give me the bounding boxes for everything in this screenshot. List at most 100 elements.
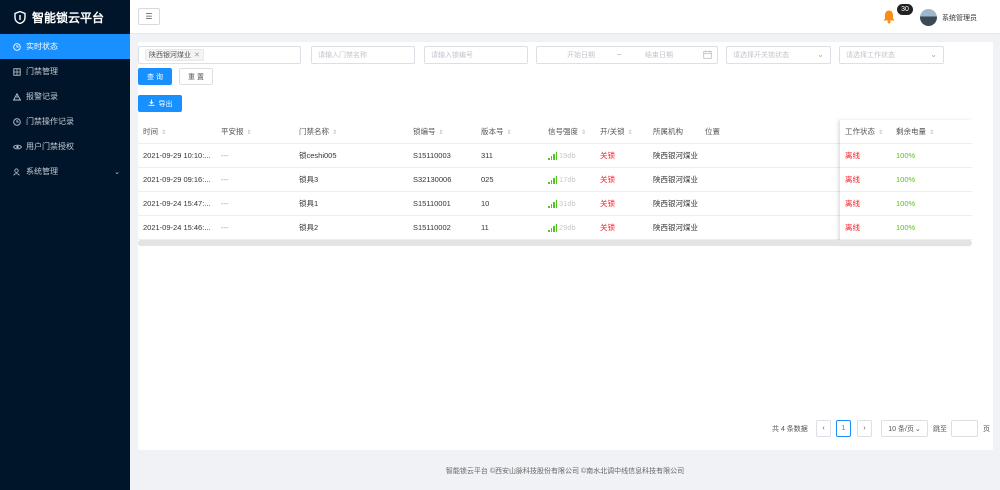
fixed-right-columns: 工作状态 ⇕ 剩余电量 ⇕ 离线 100% 离线 100% 离线 100% 离线 100% <box>840 120 972 245</box>
column-header-org: 所属机构 <box>653 127 683 136</box>
sidebar-item-realtime-status[interactable]: 实时状态 <box>0 34 130 59</box>
column-header-lock-number[interactable]: 锁编号 ⇕ <box>413 120 444 144</box>
user-icon <box>11 167 23 176</box>
cell-signal: 29db <box>548 216 576 240</box>
sidebar-item-label: 报警记录 <box>26 92 58 101</box>
cell-time: 2021-09-29 10:10:... <box>143 151 211 160</box>
signal-bars-icon <box>548 152 557 161</box>
cell-time: 2021-09-24 15:46:... <box>143 223 211 232</box>
sort-icon: ⇕ <box>246 130 252 136</box>
cell-version: 311 <box>481 151 493 160</box>
org-tag: 陕西银河煤业 ✕ <box>145 49 204 61</box>
sidebar-item-system-management[interactable]: 系统管理 ⌄ <box>0 159 130 184</box>
device-status-table: 时间 ⇕ 平安报 ⇕ 门禁名称 ⇕ 锁编号 ⇕ 版本号 ⇕ 信号强度 ⇕ 开/关锁 ⇕ 所属机… <box>138 120 972 246</box>
cell-org: 陕西银河煤业 <box>653 199 698 208</box>
signal-bars-icon <box>548 176 557 185</box>
org-tag-label: 陕西银河煤业 <box>149 52 191 59</box>
lock-status-select[interactable]: 请选择开关锁状态 ⌄ <box>726 46 831 64</box>
bell-icon[interactable] <box>882 9 896 24</box>
sidebar-item-door-management[interactable]: 门禁管理 <box>0 59 130 84</box>
prev-page-button[interactable]: ‹ <box>816 420 831 437</box>
query-button[interactable]: 查 询 <box>138 68 172 85</box>
column-header-location: 位置 <box>705 127 720 136</box>
cell-work-status: 离线 <box>845 175 860 184</box>
cell-lock-state: 关锁 <box>600 223 615 232</box>
table-row[interactable]: 离线 100% <box>840 168 972 192</box>
cell-battery: 100% <box>896 175 916 184</box>
signal-bars-icon <box>548 224 557 233</box>
sort-icon: ⇕ <box>929 130 935 136</box>
page-size-select[interactable]: 10 条/页 ⌄ <box>881 420 928 437</box>
column-header-time[interactable]: 时间 ⇕ <box>143 120 166 144</box>
column-header-version[interactable]: 版本号 ⇕ <box>481 120 512 144</box>
cell-battery: 100% <box>896 223 916 232</box>
work-status-select[interactable]: 请选择工作状态 ⌄ <box>839 46 944 64</box>
content-card: 陕西银河煤业 ✕ 请输入门禁名称 请输入锁编号 开始日期 ~ 结束日期 请选择开… <box>138 42 993 450</box>
sort-icon: ⇕ <box>438 130 444 136</box>
cell-battery: 100% <box>896 151 916 160</box>
cell-org: 陕西银河煤业 <box>653 223 698 232</box>
table-row[interactable]: 离线 100% <box>840 192 972 216</box>
clock-icon <box>11 42 23 51</box>
export-button[interactable]: 导出 <box>138 95 182 112</box>
sort-icon: ⇕ <box>627 130 633 136</box>
goto-label: 跳至 <box>933 425 947 433</box>
cell-lock-no: S15110003 <box>413 151 451 160</box>
top-header: ☰ 30 系统管理员 <box>130 0 1000 34</box>
chevron-right-icon: › <box>863 425 866 432</box>
signal-value: 19db <box>559 151 576 160</box>
column-header-safety[interactable]: 平安报 ⇕ <box>221 120 252 144</box>
reset-button[interactable]: 重 置 <box>179 68 213 85</box>
chevron-down-icon: ⌄ <box>817 50 824 59</box>
cell-door: 锁具2 <box>299 223 319 232</box>
door-name-placeholder: 请输入门禁名称 <box>318 52 367 59</box>
sidebar-item-label: 系统管理 <box>26 167 58 176</box>
cell-door: 锁ceshi005 <box>299 151 337 160</box>
lock-number-input[interactable]: 请输入锁编号 <box>424 46 528 64</box>
reset-button-label: 重 置 <box>188 73 204 81</box>
signal-value: 17db <box>559 175 576 184</box>
collapse-sidebar-button[interactable]: ☰ <box>138 8 160 25</box>
column-header-lock-state[interactable]: 开/关锁 ⇕ <box>600 120 633 144</box>
chevron-down-icon: ⌄ <box>914 425 921 433</box>
goto-page-input[interactable] <box>951 420 978 437</box>
horizontal-scrollbar[interactable] <box>138 240 972 246</box>
sidebar: 智能锁云平台 实时状态 门禁管理 报警记录 门禁操作记录 用户门禁授权 系统管理… <box>0 0 130 490</box>
export-button-label: 导出 <box>158 100 173 108</box>
cell-version: 11 <box>481 223 489 232</box>
pagination-total: 共 4 条数据 <box>772 425 808 433</box>
cell-signal: 31db <box>548 192 576 216</box>
sidebar-item-door-operation-records[interactable]: 门禁操作记录 <box>0 109 130 134</box>
cell-version: 10 <box>481 199 490 208</box>
column-header-battery[interactable]: 剩余电量 ⇕ <box>896 120 934 144</box>
cell-door: 锁具1 <box>299 199 319 208</box>
chevron-left-icon: ‹ <box>822 425 825 432</box>
page-number-button[interactable]: 1 <box>836 420 851 437</box>
org-select[interactable]: 陕西银河煤业 ✕ <box>138 46 301 64</box>
sidebar-item-user-door-authorization[interactable]: 用户门禁授权 <box>0 134 130 159</box>
download-icon <box>148 99 155 108</box>
grid-icon <box>11 67 23 76</box>
column-header-signal[interactable]: 信号强度 ⇕ <box>548 120 586 144</box>
user-name[interactable]: 系统管理员 <box>942 13 977 23</box>
warning-icon <box>11 92 23 101</box>
column-header-door-name[interactable]: 门禁名称 ⇕ <box>299 120 337 144</box>
table-row[interactable]: 离线 100% <box>840 216 972 240</box>
column-header-work-status[interactable]: 工作状态 ⇕ <box>845 120 883 144</box>
cell-lock-state: 关锁 <box>600 175 615 184</box>
start-date-placeholder: 开始日期 <box>567 52 595 59</box>
fixed-body: 离线 100% 离线 100% 离线 100% 离线 100% <box>840 144 972 240</box>
date-range-picker[interactable]: 开始日期 ~ 结束日期 <box>536 46 718 64</box>
sidebar-item-alarm-records[interactable]: 报警记录 <box>0 84 130 109</box>
door-name-input[interactable]: 请输入门禁名称 <box>311 46 415 64</box>
cell-signal: 17db <box>548 168 576 192</box>
cell-lock-no: S32130006 <box>413 175 452 184</box>
footer: 智能锁云平台 ©西安山脉科技股份有限公司 ©南水北调中线信息科技有限公司 <box>445 468 685 475</box>
table-row[interactable]: 离线 100% <box>840 144 972 168</box>
close-icon[interactable]: ✕ <box>194 51 200 59</box>
cell-time: 2021-09-24 15:47:... <box>143 199 211 208</box>
cell-safety: --- <box>221 175 229 184</box>
sort-icon: ⇕ <box>332 130 338 136</box>
avatar[interactable] <box>920 9 937 26</box>
next-page-button[interactable]: › <box>857 420 872 437</box>
